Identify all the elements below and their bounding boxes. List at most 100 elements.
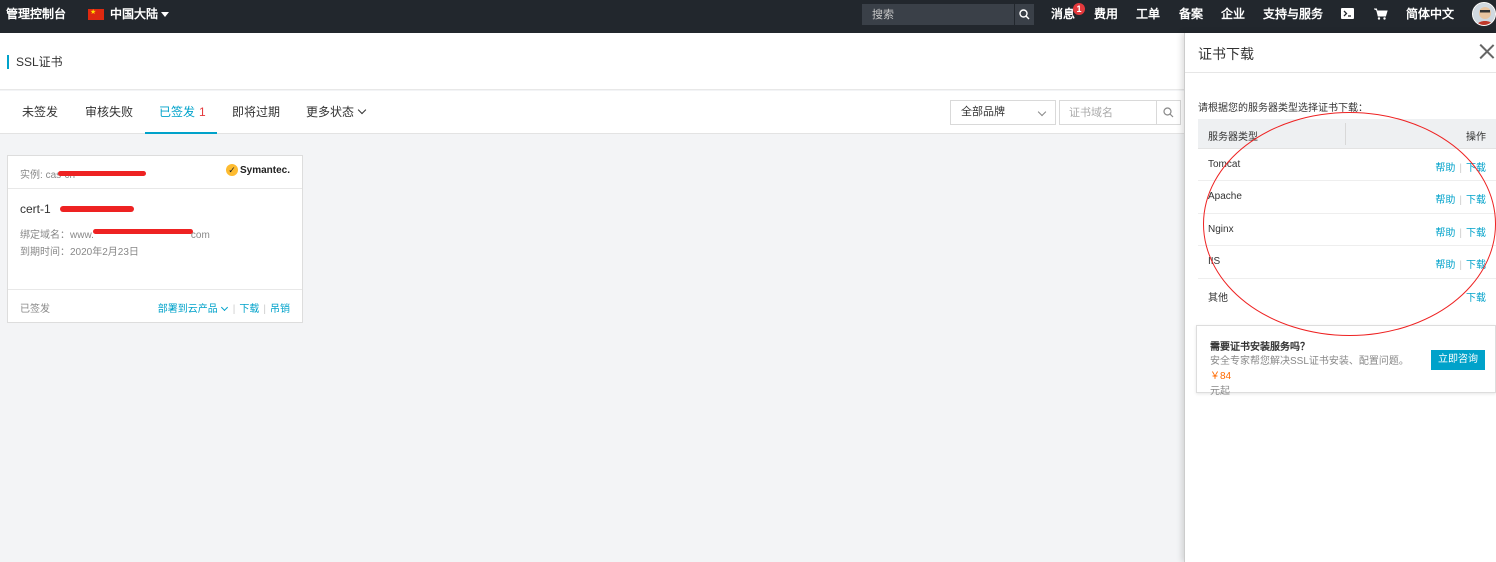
card-footer: 已签发 部署到云产品 | 下载 | 吊销 <box>8 289 302 322</box>
nav-messages[interactable]: 消息 <box>1051 0 1075 29</box>
chevron-down-icon <box>1037 107 1047 117</box>
domain-search-button[interactable] <box>1156 101 1180 124</box>
divider: | <box>1459 227 1462 239</box>
search-icon <box>1163 107 1174 118</box>
close-icon[interactable] <box>1478 42 1496 60</box>
global-search <box>862 4 1034 25</box>
expiry-date: 到期时间：2020年2月23日 <box>20 243 139 258</box>
bound-domain-label: 绑定域名： <box>20 230 70 241</box>
row-actions: 帮助 | 下载 <box>1435 191 1486 206</box>
drawer-hint: 请根据您的服务器类型选择证书下载： <box>1198 103 1368 114</box>
table-row: Tomcat 帮助 | 下载 <box>1198 149 1496 182</box>
nav-tickets[interactable]: 工单 <box>1136 0 1160 29</box>
row-actions: 帮助 | 下载 <box>1435 256 1486 271</box>
card-actions: 部署到云产品 | 下载 | 吊销 <box>158 300 290 315</box>
table-row: 其他 下载 <box>1198 279 1496 311</box>
redaction-mark <box>60 206 134 212</box>
tab-unissued[interactable]: 未签发 <box>22 91 58 134</box>
promo-title: 需要证书安装服务吗？ <box>1210 342 1310 353</box>
nav-billing[interactable]: 费用 <box>1094 0 1118 29</box>
user-avatar[interactable] <box>1472 2 1496 26</box>
drawer-title: 证书下载 <box>1198 46 1254 62</box>
redaction-mark <box>93 229 193 234</box>
page-title: SSL证书 <box>7 55 63 69</box>
certificate-card: 实例: cas-cn- ✓ Symantec. cert-1 绑定域名：www.… <box>7 155 303 323</box>
global-search-input[interactable] <box>862 4 1014 25</box>
region-selector[interactable]: 中国大陆 <box>88 0 170 29</box>
brand-filter-value: 全部品牌 <box>961 106 1005 118</box>
status-badge: 已签发 <box>20 304 50 315</box>
consult-now-button[interactable]: 立即咨询 <box>1431 350 1485 370</box>
cart-icon[interactable] <box>1374 8 1388 21</box>
server-name: Tomcat <box>1208 159 1241 170</box>
nav-enterprise[interactable]: 企业 <box>1221 0 1245 29</box>
chevron-down-icon <box>357 105 367 115</box>
redaction-mark <box>58 171 146 176</box>
divider <box>1185 72 1496 73</box>
expiry-value: 2020年2月23日 <box>70 247 139 258</box>
column-header-server: 服务器类型 <box>1208 132 1258 143</box>
server-type-table: 服务器类型 操作 Tomcat 帮助 | 下载 Apache 帮助 | 下载 Nginx… <box>1198 119 1496 311</box>
help-link[interactable]: 帮助 <box>1435 260 1455 271</box>
brand-filter-select[interactable]: 全部品牌 <box>950 100 1056 125</box>
revoke-link[interactable]: 吊销 <box>270 304 290 315</box>
row-actions: 帮助 | 下载 <box>1435 159 1486 174</box>
instance-label: 实例: <box>20 170 46 181</box>
download-link[interactable]: 下载 <box>1466 260 1486 271</box>
server-name: Nginx <box>1208 223 1234 235</box>
tab-issued[interactable]: 已签发 1 <box>145 91 217 134</box>
domain-search-input[interactable] <box>1060 101 1156 124</box>
china-flag-icon <box>88 9 104 20</box>
help-link[interactable]: 帮助 <box>1435 228 1455 239</box>
help-link[interactable]: 帮助 <box>1435 163 1455 174</box>
tab-review-failed[interactable]: 审核失败 <box>85 91 133 134</box>
tab-label: 未签发 <box>22 105 59 119</box>
tab-more-status[interactable]: 更多状态 <box>306 91 367 134</box>
divider: | <box>1459 163 1462 174</box>
chevron-down-icon[interactable] <box>220 303 228 312</box>
bound-domain-suffix: com <box>190 230 210 241</box>
region-label: 中国大陆 <box>110 7 159 21</box>
row-actions: 下载 <box>1466 289 1486 304</box>
download-link[interactable]: 下载 <box>1466 293 1486 304</box>
nav-support[interactable]: 支持与服务 <box>1263 0 1323 29</box>
nav-icp[interactable]: 备案 <box>1179 0 1203 29</box>
tab-label: 即将过期 <box>232 105 281 119</box>
tab-label: 已签发 <box>159 105 196 119</box>
promo-desc-text: 安全专家帮您解决SSL证书安装、配置问题。 <box>1210 356 1409 367</box>
tab-label: 更多状态 <box>306 105 355 119</box>
promo-description: 安全专家帮您解决SSL证书安装、配置问题。 ￥84 元起 <box>1210 354 1430 399</box>
promo-unit: 元起 <box>1210 386 1230 397</box>
download-link[interactable]: 下载 <box>1466 195 1486 206</box>
certificate-name: cert-1 <box>20 202 51 216</box>
tab-expiring[interactable]: 即将过期 <box>232 91 280 134</box>
console-home-link[interactable]: 管理控制台 <box>6 0 66 29</box>
caret-down-icon <box>161 12 170 17</box>
search-button[interactable] <box>1014 4 1034 25</box>
domain-search <box>1059 100 1181 125</box>
row-actions: 帮助 | 下载 <box>1435 224 1486 239</box>
checkmark-icon: ✓ <box>225 164 238 176</box>
download-link[interactable]: 下载 <box>1466 228 1486 239</box>
server-name: Apache <box>1208 191 1242 203</box>
card-header: 实例: cas-cn- ✓ Symantec. <box>8 156 302 189</box>
table-row: IIS 帮助 | 下载 <box>1198 246 1496 279</box>
deploy-to-cloud-link[interactable]: 部署到云产品 <box>158 304 218 315</box>
column-header-action: 操作 <box>1466 132 1486 143</box>
install-service-promo: 需要证书安装服务吗？ 安全专家帮您解决SSL证书安装、配置问题。 ￥84 元起 立即… <box>1196 325 1496 397</box>
page-header: SSL证书 <box>0 33 1184 90</box>
expiry-label: 到期时间： <box>20 247 70 258</box>
tab-count-badge: 1 <box>199 105 206 119</box>
tab-label: 审核失败 <box>85 105 134 119</box>
bound-domain-prefix: www. <box>70 230 94 241</box>
cloud-shell-icon[interactable] <box>1341 8 1354 21</box>
language-selector[interactable]: 简体中文 <box>1406 0 1454 29</box>
help-link[interactable]: 帮助 <box>1435 195 1455 206</box>
download-link[interactable]: 下载 <box>239 304 259 315</box>
divider: | <box>232 304 236 315</box>
divider: | <box>263 304 266 315</box>
column-divider <box>1345 123 1346 145</box>
divider: | <box>1459 195 1462 207</box>
search-icon <box>1019 9 1030 20</box>
download-link[interactable]: 下载 <box>1466 163 1486 174</box>
